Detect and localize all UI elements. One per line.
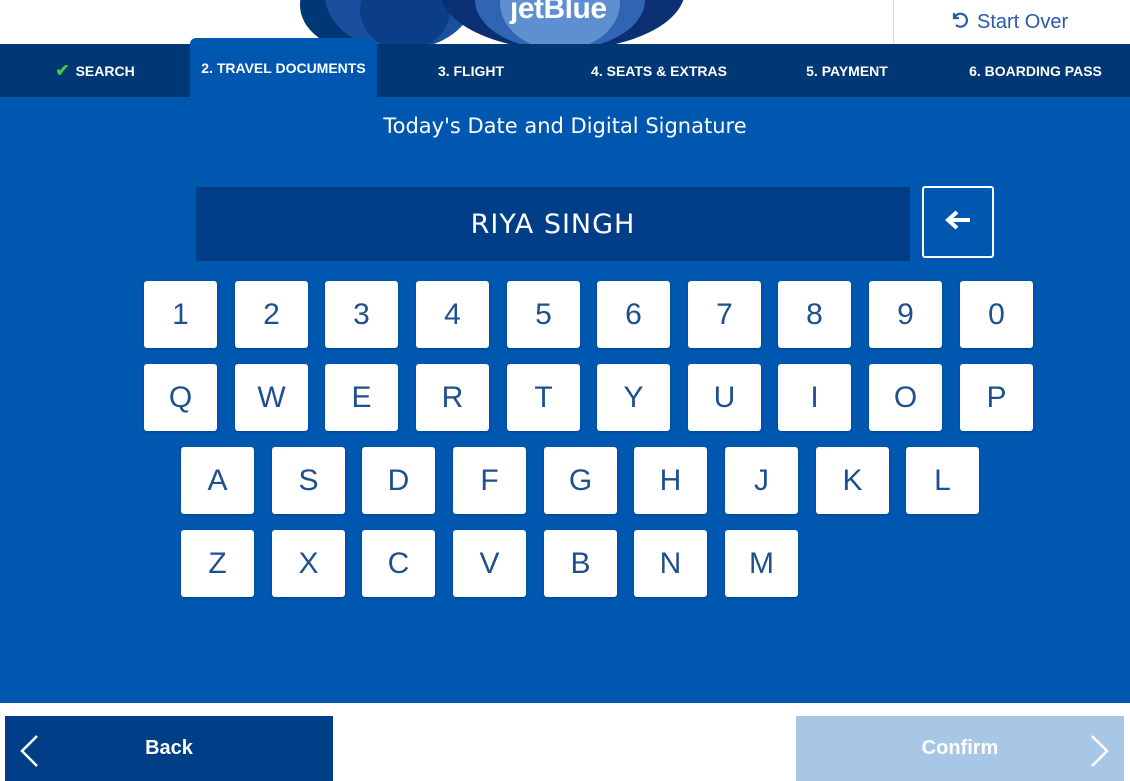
logo-text: jetBlue bbox=[510, 0, 607, 25]
step-label: SEARCH bbox=[75, 62, 135, 79]
key-u[interactable]: U bbox=[688, 364, 761, 431]
start-over-button[interactable]: Start Over bbox=[893, 0, 1130, 44]
header: jetBlue Start Over bbox=[0, 0, 1130, 44]
arrow-left-icon bbox=[944, 209, 972, 236]
key-t[interactable]: T bbox=[507, 364, 580, 431]
key-i[interactable]: I bbox=[778, 364, 851, 431]
progress-steps: ✔ SEARCH 2. TRAVEL DOCUMENTS 3. FLIGHT 4… bbox=[0, 38, 1130, 97]
check-icon: ✔ bbox=[55, 60, 70, 80]
key-s[interactable]: S bbox=[272, 447, 345, 514]
step-label: 6. BOARDING PASS bbox=[969, 62, 1102, 79]
key-9[interactable]: 9 bbox=[869, 281, 942, 348]
backspace-button[interactable] bbox=[922, 186, 994, 258]
key-m[interactable]: M bbox=[725, 530, 798, 597]
step-payment: 5. PAYMENT bbox=[753, 44, 941, 97]
step-label: 4. SEATS & EXTRAS bbox=[591, 62, 727, 79]
confirm-button[interactable]: Confirm bbox=[796, 716, 1124, 781]
key-n[interactable]: N bbox=[634, 530, 707, 597]
key-4[interactable]: 4 bbox=[416, 281, 489, 348]
key-e[interactable]: E bbox=[325, 364, 398, 431]
chevron-left-icon bbox=[17, 734, 41, 774]
step-flight: 3. FLIGHT bbox=[377, 44, 565, 97]
key-l[interactable]: L bbox=[906, 447, 979, 514]
step-boarding-pass: 6. BOARDING PASS bbox=[941, 44, 1130, 97]
step-label: 5. PAYMENT bbox=[806, 62, 888, 79]
key-v[interactable]: V bbox=[453, 530, 526, 597]
key-6[interactable]: 6 bbox=[597, 281, 670, 348]
page-title: Today's Date and Digital Signature bbox=[383, 114, 747, 138]
key-j[interactable]: J bbox=[725, 447, 798, 514]
step-travel-documents: 2. TRAVEL DOCUMENTS bbox=[190, 38, 377, 97]
back-button[interactable]: Back bbox=[5, 716, 333, 781]
key-w[interactable]: W bbox=[235, 364, 308, 431]
chevron-right-icon bbox=[1088, 734, 1112, 774]
key-2[interactable]: 2 bbox=[235, 281, 308, 348]
key-f[interactable]: F bbox=[453, 447, 526, 514]
key-b[interactable]: B bbox=[544, 530, 617, 597]
key-q[interactable]: Q bbox=[144, 364, 217, 431]
key-0[interactable]: 0 bbox=[960, 281, 1033, 348]
key-c[interactable]: C bbox=[362, 530, 435, 597]
key-5[interactable]: 5 bbox=[507, 281, 580, 348]
key-a[interactable]: A bbox=[181, 447, 254, 514]
key-x[interactable]: X bbox=[272, 530, 345, 597]
step-label: 2. TRAVEL DOCUMENTS bbox=[201, 59, 366, 76]
key-g[interactable]: G bbox=[544, 447, 617, 514]
key-8[interactable]: 8 bbox=[778, 281, 851, 348]
key-d[interactable]: D bbox=[362, 447, 435, 514]
key-p[interactable]: P bbox=[960, 364, 1033, 431]
signature-name-field[interactable]: RIYA SINGH bbox=[196, 187, 910, 261]
step-label: 3. FLIGHT bbox=[437, 62, 505, 79]
key-7[interactable]: 7 bbox=[688, 281, 761, 348]
key-o[interactable]: O bbox=[869, 364, 942, 431]
key-h[interactable]: H bbox=[634, 447, 707, 514]
key-y[interactable]: Y bbox=[597, 364, 670, 431]
key-3[interactable]: 3 bbox=[325, 281, 398, 348]
key-1[interactable]: 1 bbox=[144, 281, 217, 348]
step-search: ✔ SEARCH bbox=[0, 44, 190, 97]
key-k[interactable]: K bbox=[816, 447, 889, 514]
confirm-label: Confirm bbox=[921, 737, 999, 759]
step-seats-extras: 4. SEATS & EXTRAS bbox=[565, 44, 753, 97]
key-z[interactable]: Z bbox=[181, 530, 254, 597]
key-r[interactable]: R bbox=[416, 364, 489, 431]
start-over-label: Start Over bbox=[977, 10, 1069, 33]
main-panel: Today's Date and Digital Signature RIYA … bbox=[0, 97, 1130, 703]
back-label: Back bbox=[145, 737, 193, 759]
footer: Back Confirm bbox=[0, 703, 1130, 781]
undo-icon bbox=[949, 9, 969, 35]
